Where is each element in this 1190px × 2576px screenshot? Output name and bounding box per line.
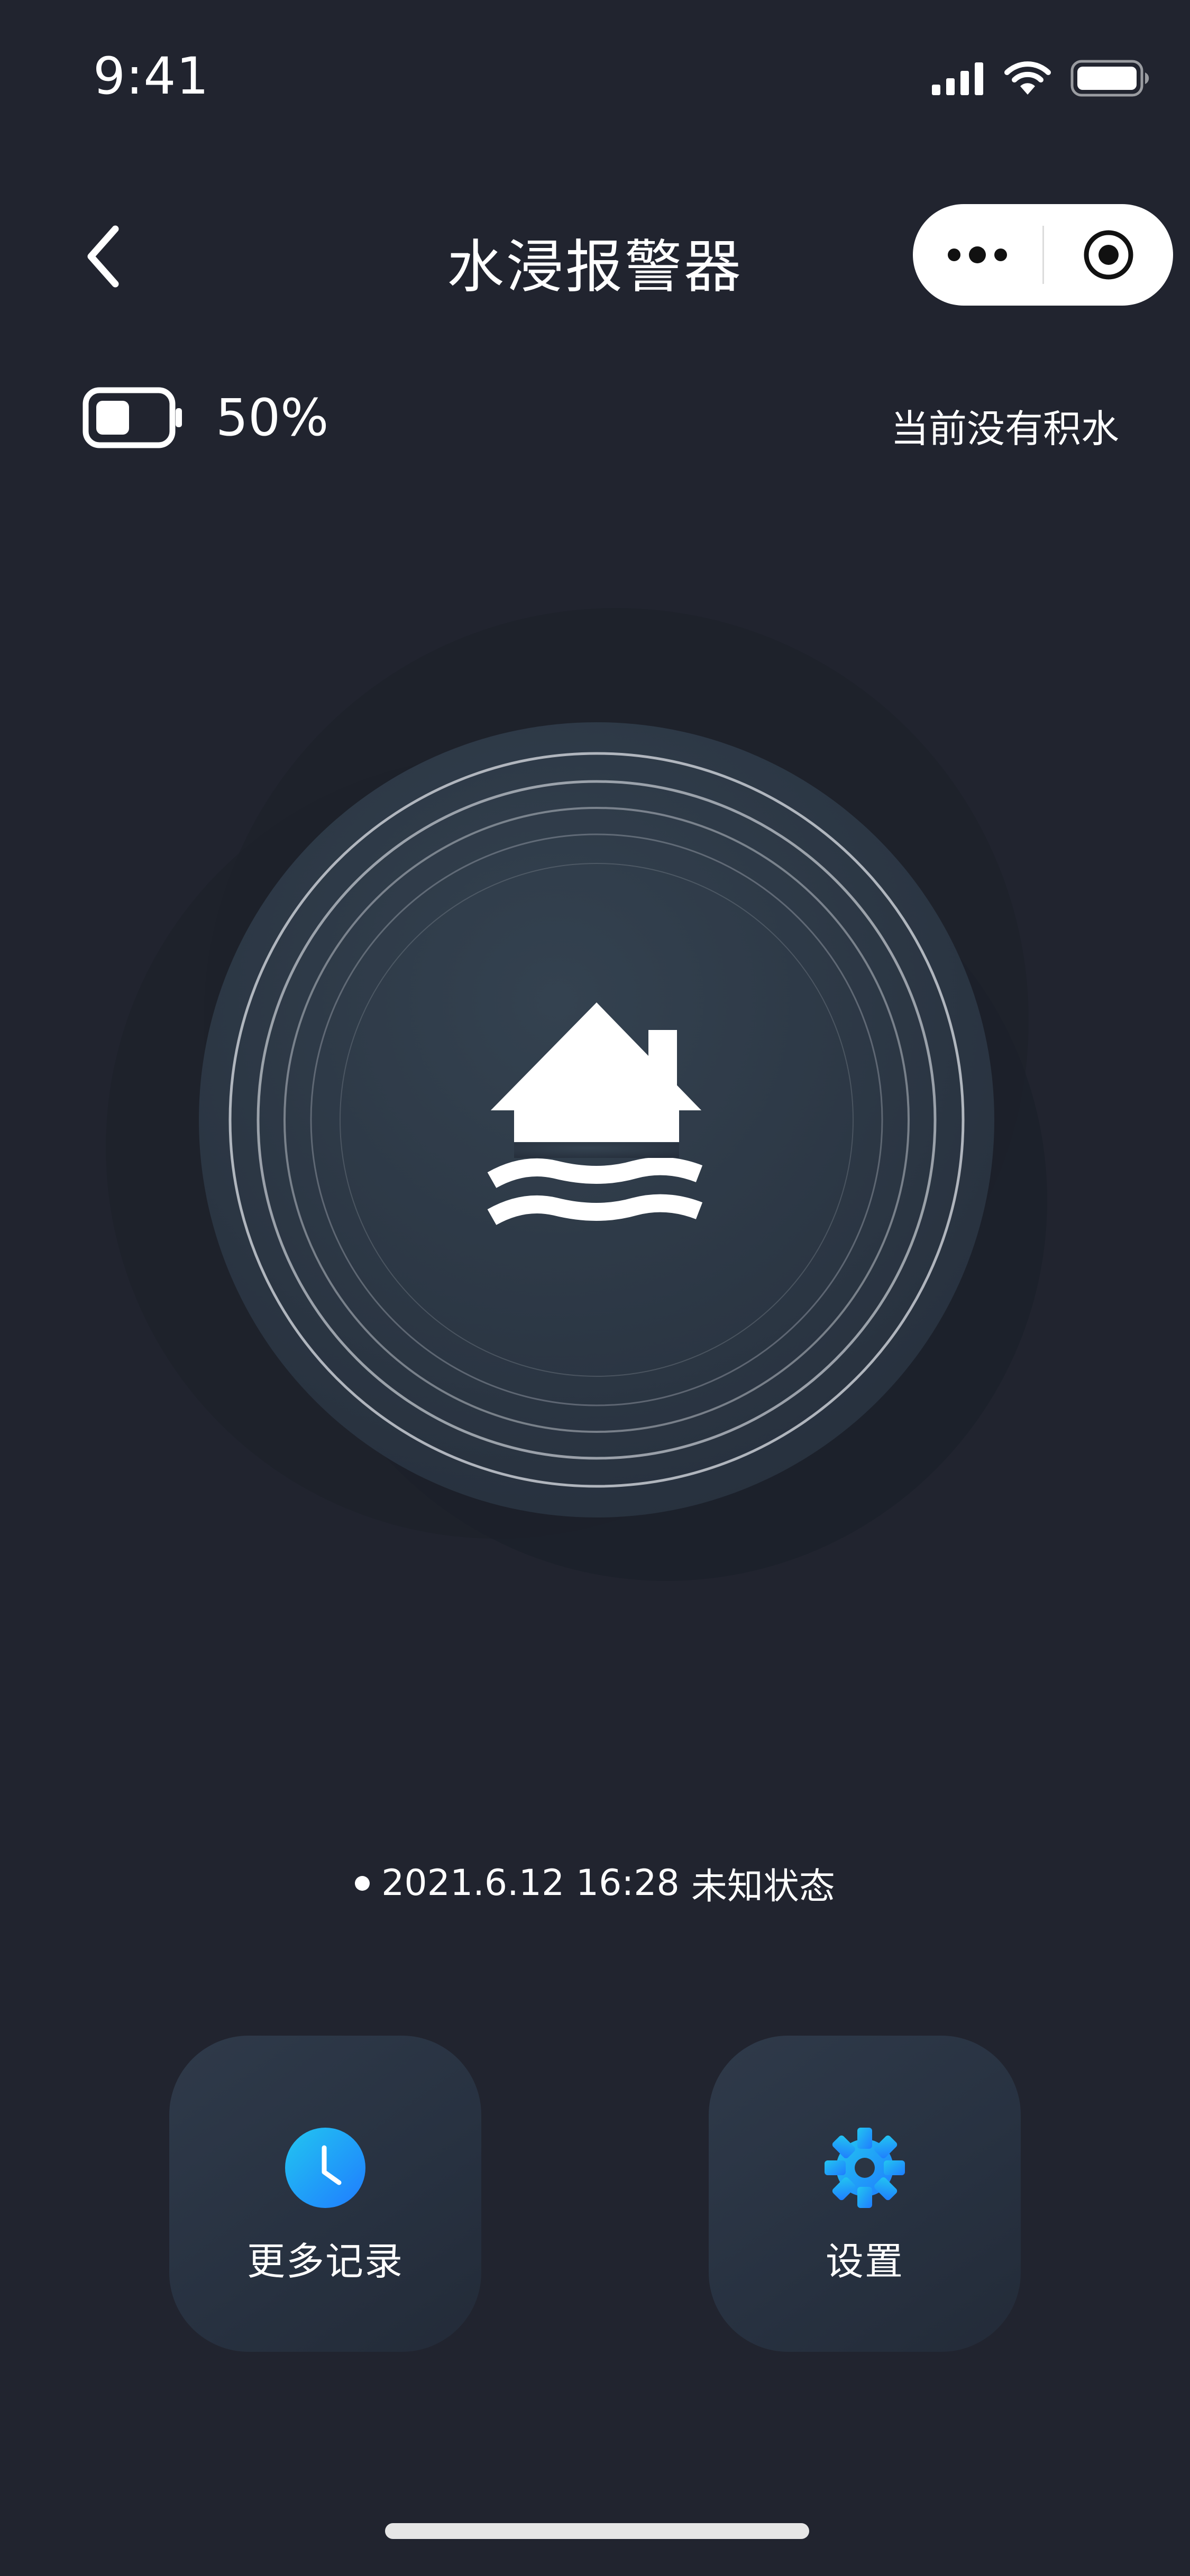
more-records-button[interactable]: 更多记录 bbox=[169, 2036, 481, 2352]
ring bbox=[340, 863, 854, 1377]
record-dot bbox=[355, 1875, 370, 1891]
home-indicator bbox=[385, 2523, 809, 2539]
clock-icon bbox=[285, 2128, 365, 2208]
close-mini-program-button[interactable] bbox=[1044, 204, 1174, 306]
house-flood-icon bbox=[487, 1002, 703, 1225]
record-state: 未知状态 bbox=[691, 1866, 835, 1908]
ring bbox=[228, 752, 965, 1488]
sensor-disc bbox=[199, 722, 994, 1517]
signal-icon bbox=[932, 62, 983, 95]
more-dots-icon bbox=[948, 246, 1008, 263]
device-battery-icon bbox=[83, 387, 183, 450]
battery-icon bbox=[1070, 60, 1149, 97]
settings-button[interactable]: 设置 bbox=[709, 2036, 1021, 2352]
status-icons bbox=[932, 57, 1150, 99]
ring bbox=[283, 807, 910, 1433]
screen: 9:41 水浸报警器 50% 当前没有积水 2021.6.12 16:28 未知… bbox=[0, 0, 1190, 2576]
status-time: 9:41 bbox=[93, 47, 209, 106]
water-status-text: 当前没有积水 bbox=[890, 407, 1119, 451]
glow-blob bbox=[204, 608, 1029, 1433]
target-icon bbox=[1084, 230, 1133, 280]
glow-blob bbox=[106, 756, 889, 1539]
settings-label: 设置 bbox=[825, 2239, 904, 2284]
glow-blob bbox=[286, 820, 1047, 1581]
gear-icon bbox=[825, 2128, 905, 2208]
ring bbox=[310, 833, 883, 1406]
battery-percentage: 50% bbox=[216, 388, 329, 447]
record-datetime: 2021.6.12 16:28 bbox=[381, 1862, 680, 1904]
mini-program-capsule bbox=[913, 204, 1173, 306]
more-records-label: 更多记录 bbox=[246, 2239, 404, 2284]
wifi-icon bbox=[1004, 61, 1051, 95]
ring bbox=[257, 780, 937, 1460]
more-button[interactable] bbox=[913, 204, 1042, 306]
last-record: 2021.6.12 16:28 未知状态 bbox=[0, 1857, 1190, 1909]
